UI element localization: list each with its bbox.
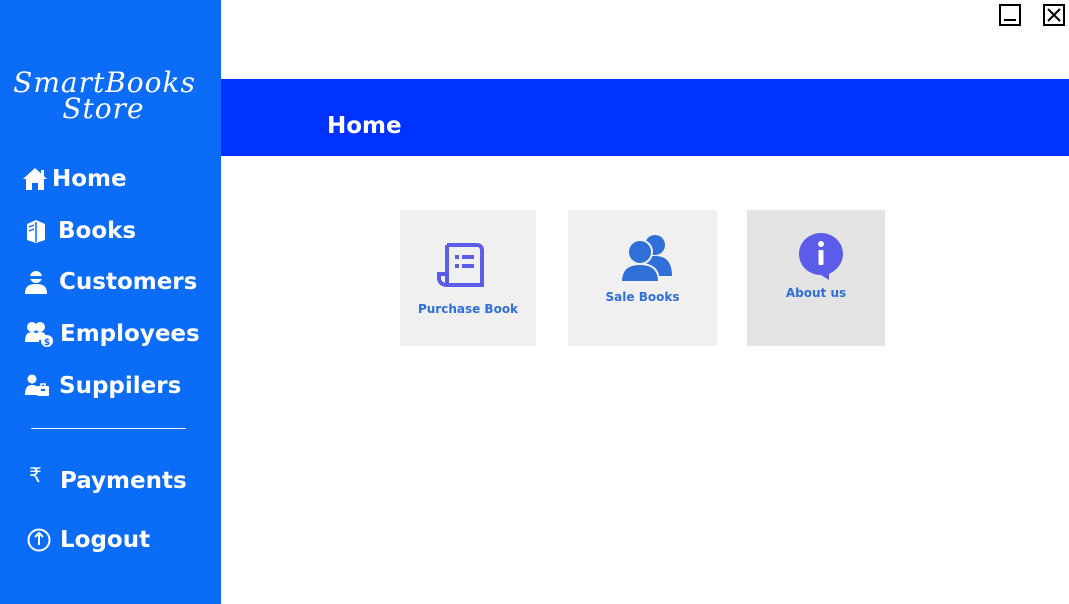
supplier-icon	[24, 371, 59, 401]
close-icon	[1047, 8, 1061, 22]
power-icon	[27, 525, 60, 555]
sidebar: SmartBooks Store Home Books Customers $ …	[0, 0, 221, 604]
page-title: Home	[327, 113, 402, 139]
sale-books-tile[interactable]: Sale Books	[568, 210, 717, 346]
sidebar-item-logout[interactable]: Logout	[27, 523, 150, 557]
tile-label: Purchase Book	[417, 302, 519, 316]
sidebar-item-payments[interactable]: ₹ Payments	[27, 464, 187, 498]
sidebar-item-home[interactable]: Home	[22, 162, 127, 196]
about-us-tile[interactable]: About us	[747, 210, 885, 346]
customer-icon	[24, 267, 59, 297]
sidebar-item-employees[interactable]: $ Employees	[24, 317, 200, 351]
employees-icon: $	[24, 319, 60, 349]
sidebar-item-customers[interactable]: Customers	[24, 265, 197, 299]
users-icon	[619, 235, 672, 283]
books-icon	[24, 216, 58, 246]
sidebar-item-label: Logout	[60, 527, 151, 553]
svg-text:$: $	[44, 338, 50, 348]
rupee-icon: ₹	[27, 464, 60, 498]
sidebar-item-label: Employees	[60, 321, 200, 347]
sidebar-item-label: Books	[58, 218, 137, 244]
sidebar-item-suppliers[interactable]: Suppilers	[24, 369, 181, 403]
sidebar-item-label: Home	[52, 166, 127, 192]
info-icon	[799, 233, 843, 280]
logo-line-2: Store	[62, 92, 145, 125]
close-button[interactable]	[1043, 4, 1065, 26]
tile-label: About us	[785, 286, 847, 300]
sidebar-item-label: Payments	[60, 468, 187, 494]
sidebar-item-label: Customers	[59, 269, 198, 295]
header-bar: Home	[221, 79, 1069, 156]
sidebar-item-label: Suppilers	[59, 373, 182, 399]
receipt-icon	[437, 243, 484, 287]
home-icon	[22, 164, 52, 194]
sidebar-divider	[31, 428, 186, 429]
minimize-button[interactable]	[999, 4, 1021, 26]
purchase-book-tile[interactable]: Purchase Book	[400, 210, 536, 346]
tile-label: Sale Books	[605, 290, 680, 304]
sidebar-item-books[interactable]: Books	[24, 214, 136, 248]
svg-text:₹: ₹	[29, 464, 42, 487]
app-logo: SmartBooks Store	[0, 69, 221, 125]
